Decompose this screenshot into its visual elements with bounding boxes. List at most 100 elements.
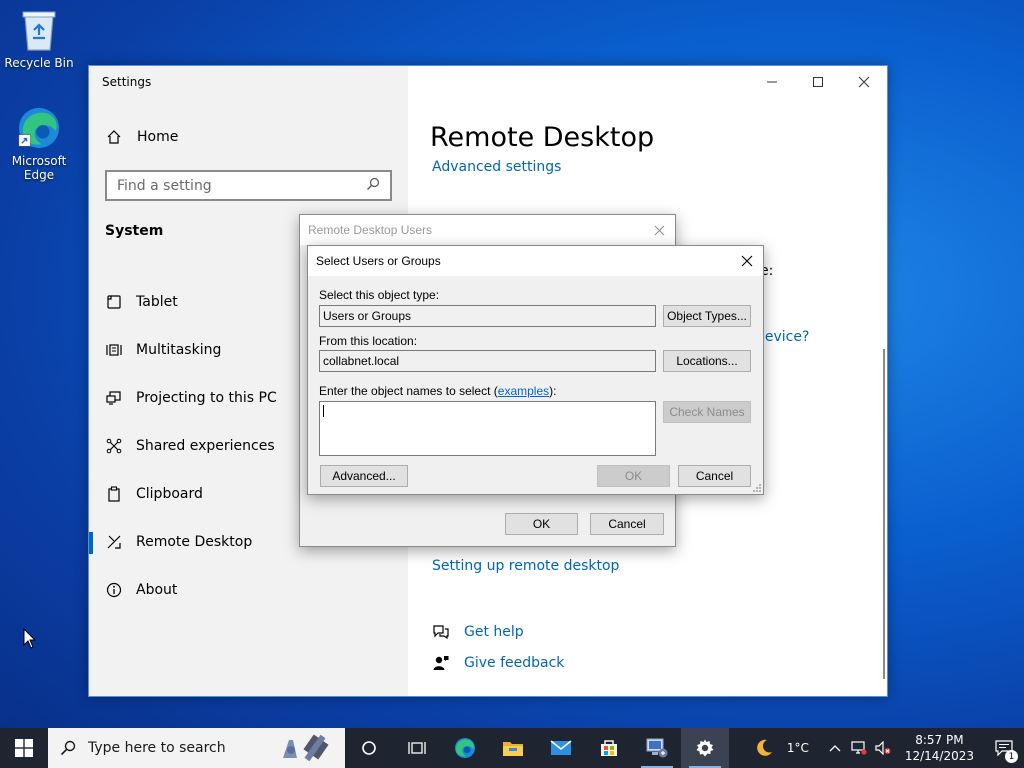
object-type-label: Select this object type: [319, 288, 440, 302]
mouse-cursor-icon [23, 628, 37, 649]
minimize-button[interactable] [749, 70, 795, 94]
give-feedback-icon [432, 655, 450, 671]
computer-management-icon [646, 738, 668, 758]
object-names-input[interactable] [319, 401, 656, 456]
clock[interactable]: 8:57 PM 12/14/2023 [905, 732, 974, 764]
show-hidden-icons-button[interactable] [823, 728, 847, 768]
sidebar-item-label: Projecting to this PC [136, 390, 277, 406]
taskbar-mail[interactable] [537, 728, 585, 768]
cortana-icon [362, 741, 376, 755]
search-icon [60, 740, 76, 756]
edge-desktop-icon[interactable]: Microsoft Edge [1, 106, 77, 182]
rdu-dialog-title: Remote Desktop Users [300, 215, 675, 245]
rdu-cancel-button[interactable]: Cancel [590, 513, 664, 535]
shared-experiences-icon [105, 437, 123, 455]
setting-up-remote-desktop-link[interactable]: Setting up remote desktop [432, 558, 619, 574]
moon-weather-icon [757, 739, 772, 756]
examples-link[interactable]: examples [498, 384, 549, 398]
page-title: Remote Desktop [430, 122, 655, 153]
object-type-field: Users or Groups [319, 305, 656, 327]
mail-icon [550, 740, 572, 755]
volume-button[interactable] [871, 728, 895, 768]
close-icon [654, 225, 664, 235]
enter-names-label: Enter the object names to select (exampl… [319, 384, 556, 398]
edge-icon [455, 738, 475, 758]
taskbar-edge[interactable] [441, 728, 489, 768]
sug-close-button[interactable] [731, 246, 763, 276]
advanced-button[interactable]: Advanced... [320, 465, 408, 487]
search-icon [366, 177, 380, 195]
close-button[interactable] [841, 70, 887, 94]
settings-search-input[interactable]: Find a setting [105, 170, 392, 201]
edge-icon [17, 106, 61, 150]
gear-icon [696, 739, 714, 757]
location-field: collabnet.local [319, 350, 656, 372]
recycle-bin-label: Recycle Bin [4, 56, 74, 70]
multitasking-icon [105, 341, 123, 359]
recycle-bin-desktop-icon[interactable]: Recycle Bin [1, 8, 77, 70]
check-names-button[interactable]: Check Names [663, 401, 751, 423]
taskbar-file-explorer[interactable] [489, 728, 537, 768]
notifications-button[interactable]: 1 [984, 728, 1024, 768]
taskbar: Type here to search 1°C 8:57 PM 12/14/20… [0, 728, 1024, 768]
sug-cancel-button[interactable]: Cancel [678, 465, 751, 487]
maximize-button[interactable] [795, 70, 841, 94]
get-help-link[interactable]: Get help [432, 624, 524, 640]
recycle-bin-icon [17, 8, 61, 52]
resize-grip-icon[interactable] [752, 483, 762, 493]
home-icon [105, 129, 123, 145]
task-view-button[interactable] [345, 728, 393, 768]
clipboard-icon [105, 485, 123, 503]
settings-scrollbar[interactable] [883, 349, 885, 679]
maximize-icon [813, 77, 823, 87]
sidebar-item-about[interactable]: About [89, 570, 408, 610]
rdu-dialog-title-text: Remote Desktop Users [308, 223, 433, 237]
object-types-button[interactable]: Object Types... [663, 305, 751, 327]
get-help-icon [432, 624, 450, 640]
edge-label: Microsoft Edge [11, 154, 67, 182]
network-button[interactable] [847, 728, 871, 768]
store-icon [601, 740, 617, 756]
taskbar-remote-app[interactable] [633, 728, 681, 768]
settings-search-placeholder: Find a setting [117, 177, 212, 194]
tablet-icon [105, 293, 123, 311]
text-caret [323, 405, 324, 417]
sidebar-section-title: System [105, 223, 164, 239]
remote-desktop-icon [105, 533, 123, 551]
settings-app-title: Settings [102, 75, 152, 89]
taskbar-search-box[interactable]: Type here to search [48, 728, 345, 768]
sidebar-item-label: About [136, 582, 178, 598]
enter-names-label-suffix: ): [549, 384, 557, 398]
network-icon [851, 741, 867, 755]
start-button[interactable] [0, 728, 48, 768]
sidebar-item-label: Multitasking [136, 342, 222, 358]
sug-dialog-title: Select Users or Groups [308, 246, 763, 276]
rdu-ok-button[interactable]: OK [505, 513, 578, 535]
taskbar-search-placeholder: Type here to search [88, 740, 226, 756]
chevron-up-icon [829, 745, 841, 752]
rdu-close-button[interactable] [643, 215, 675, 245]
notification-count-badge: 1 [1005, 750, 1018, 763]
advanced-settings-link[interactable]: Advanced settings [432, 159, 561, 175]
sug-ok-button[interactable]: OK [597, 465, 670, 487]
projecting-icon [105, 389, 123, 407]
weather-button[interactable] [747, 728, 781, 768]
taskbar-store[interactable] [585, 728, 633, 768]
select-users-or-groups-dialog: Select Users or Groups Select this objec… [307, 245, 764, 495]
windows-logo-icon [15, 739, 33, 757]
partial-device-link[interactable]: device? [756, 329, 809, 345]
sidebar-item-label: Shared experiences [136, 438, 275, 454]
locations-button[interactable]: Locations... [663, 350, 751, 372]
sidebar-home[interactable]: Home [105, 129, 178, 145]
sidebar-home-label: Home [137, 129, 179, 145]
give-feedback-link[interactable]: Give feedback [432, 655, 564, 671]
clock-time: 8:57 PM [915, 733, 964, 747]
search-highlight-science-icon [283, 734, 329, 762]
enter-names-label-text: Enter the object names to select ( [319, 384, 498, 398]
taskbar-settings[interactable] [681, 728, 729, 768]
task-view-button-2[interactable] [393, 728, 441, 768]
minimize-icon [767, 81, 777, 83]
clock-date: 12/14/2023 [904, 749, 974, 763]
location-value: collabnet.local [323, 354, 400, 368]
weather-temperature: 1°C [786, 741, 809, 755]
